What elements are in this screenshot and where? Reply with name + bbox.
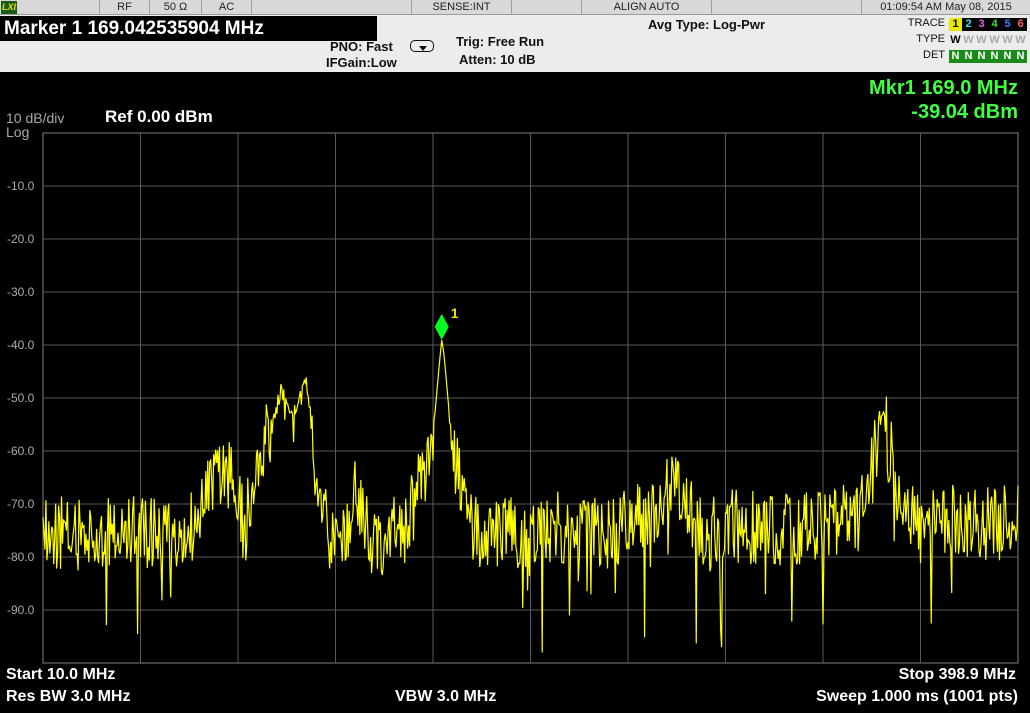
trace-type-6: W: [1015, 34, 1026, 46]
sense-label: SENSE:INT: [412, 0, 512, 15]
resolution-bandwidth: Res BW 3.0 MHz: [6, 688, 131, 705]
pno-setting: PNO: Fast: [330, 39, 393, 54]
stop-frequency: Stop 398.9 MHz: [898, 666, 1016, 683]
spectrum-plot: -10.0 -20.0 -30.0 -40.0 -50.0 -60.0 -70.0 -80.0…: [7, 132, 1019, 664]
reference-level: Ref 0.00 dBm: [105, 107, 213, 126]
trace-type-5: W: [1002, 34, 1013, 46]
marker-1-label: 1: [451, 305, 459, 321]
trace-label: TRACE: [907, 17, 945, 29]
impedance-label: 50 Ω: [150, 0, 202, 15]
status-empty-cell: [20, 0, 100, 15]
y-tick-label: -30.0: [7, 285, 35, 299]
lxi-logo: LXI: [1, 1, 17, 14]
marker-readout-frequency: Mkr1 169.0 MHz: [869, 77, 1018, 99]
align-label: ALIGN AUTO: [582, 0, 712, 15]
y-tick-label: -10.0: [7, 179, 35, 193]
trace-number-6: 6: [1017, 18, 1024, 30]
trace-detector-3: N: [977, 50, 986, 62]
start-frequency: Start 10.0 MHz: [6, 666, 116, 683]
sweep-time: Sweep 1.000 ms (1001 pts): [816, 688, 1018, 705]
trace-number-row: 123456: [949, 18, 1027, 31]
det-label: DET: [923, 49, 945, 61]
trace-type-3: W: [976, 34, 987, 46]
rf-input-label: RF: [100, 0, 150, 15]
trace-detector-6: N: [1016, 50, 1025, 62]
trace-indicator[interactable]: TRACE 123456 TYPE WWWWWW DET NNNNNN: [903, 15, 1029, 63]
trace-detector-4: N: [990, 50, 999, 62]
trace-detector-1: N: [951, 50, 960, 62]
status-empty-cell-2: [252, 0, 412, 15]
trace-number-2: 2: [965, 18, 972, 30]
y-tick-label: -40.0: [7, 338, 35, 352]
trace-number-1: 1: [949, 18, 962, 31]
spectrum-display: -10.0 -20.0 -30.0 -40.0 -50.0 -60.0 -70.0 -80.0…: [0, 72, 1030, 713]
trace-type-1: W: [950, 34, 961, 46]
y-tick-label: -70.0: [7, 497, 35, 511]
y-tick-label: -60.0: [7, 444, 35, 458]
ifgain-setting: IFGain:Low: [326, 55, 397, 70]
settings-panel: Marker 1 169.042535904 MHz PNO: Fast IFG…: [0, 15, 1030, 72]
trace-type-row: WWWWWW: [949, 34, 1027, 47]
trace-number-5: 5: [1004, 18, 1011, 30]
coupling-label: AC: [202, 0, 252, 15]
timestamp: 01:09:54 AM May 08, 2015: [880, 1, 1012, 13]
active-marker-title[interactable]: Marker 1 169.042535904 MHz: [0, 16, 377, 41]
trace-number-4: 4: [991, 18, 998, 30]
attenuation-setting: Atten: 10 dB: [459, 52, 536, 67]
trace-detector-2: N: [964, 50, 973, 62]
y-tick-label: -20.0: [7, 232, 35, 246]
marker-1-diamond: [434, 313, 449, 340]
detector-row: NNNNNN: [949, 50, 1027, 63]
status-empty-cell-3: [512, 0, 582, 15]
trigger-loop-icon: [410, 40, 434, 52]
y-tick-label: -50.0: [7, 391, 35, 405]
trace-number-3: 3: [978, 18, 985, 30]
marker-readout-amplitude: -39.04 dBm: [911, 101, 1018, 123]
video-bandwidth: VBW 3.0 MHz: [395, 688, 497, 705]
status-empty-cell-4: [712, 0, 862, 15]
y-tick-label: -90.0: [7, 603, 35, 617]
type-label: TYPE: [916, 33, 945, 45]
scale-type: Log: [6, 124, 30, 140]
trace-type-4: W: [989, 34, 1000, 46]
trigger-setting: Trig: Free Run: [456, 34, 545, 49]
status-bar: LXI RF 50 Ω AC SENSE:INT ALIGN AUTO 01:0…: [0, 0, 1030, 15]
avg-type-setting: Avg Type: Log-Pwr: [648, 17, 765, 32]
trace-type-2: W: [963, 34, 974, 46]
y-tick-label: -80.0: [7, 550, 35, 564]
trace-detector-5: N: [1003, 50, 1012, 62]
